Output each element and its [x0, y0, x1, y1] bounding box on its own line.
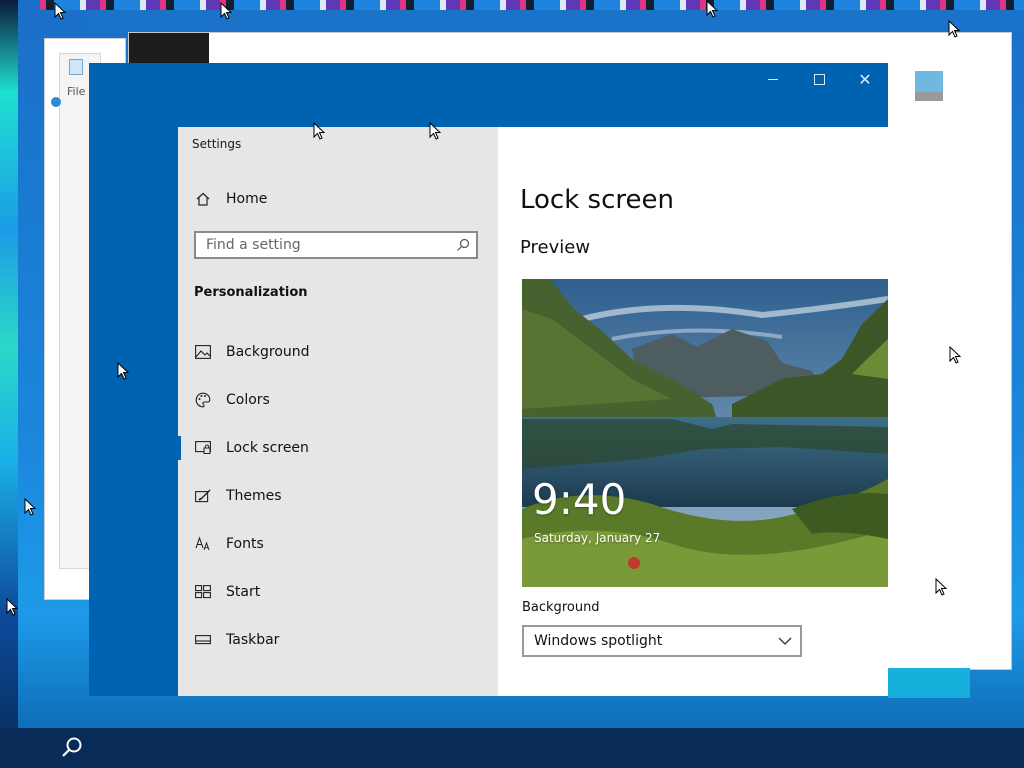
nav-background-label: Background [226, 344, 310, 360]
nav-fonts[interactable]: Fonts [178, 524, 498, 564]
nav-background[interactable]: Background [178, 332, 498, 372]
app-title: Settings [192, 137, 242, 151]
find-setting-input[interactable] [196, 233, 466, 257]
nav-themes-label: Themes [226, 488, 282, 504]
search-icon[interactable] [456, 238, 470, 252]
nav-home[interactable]: Home [178, 179, 498, 219]
nav-start[interactable]: Start [178, 572, 498, 612]
lock-screen-icon [194, 439, 212, 457]
lock-screen-preview: 9:40 Saturday, January 27 [522, 279, 888, 587]
nav-lock-screen-label: Lock screen [226, 440, 309, 456]
nav-taskbar[interactable]: Taskbar [178, 620, 498, 660]
lock-screen-content: Lock screen Preview 9:40 Saturday, Janua… [498, 127, 888, 696]
lock-screen-date: Saturday, January 27 [534, 531, 661, 545]
background-window-thumbnail [915, 71, 943, 101]
cursor-icon [6, 598, 18, 616]
themes-icon [194, 487, 212, 505]
palette-icon [194, 391, 212, 409]
lock-screen-clock: 9:40 [532, 475, 627, 524]
cursor-icon [24, 498, 36, 516]
close-icon: ✕ [858, 69, 872, 89]
fonts-icon [194, 535, 212, 553]
minimize-button[interactable] [750, 63, 796, 95]
maximize-icon [813, 73, 825, 85]
nav-home-label: Home [226, 191, 268, 207]
picture-icon [194, 343, 212, 361]
minimize-icon [768, 78, 778, 80]
cursor-icon [313, 122, 325, 140]
home-icon [194, 190, 212, 208]
section-title-personalization: Personalization [194, 285, 308, 300]
cursor-icon [117, 362, 129, 380]
nav-start-label: Start [226, 584, 261, 600]
background-dropdown[interactable]: Windows spotlight [522, 625, 802, 657]
search-icon[interactable] [60, 736, 84, 760]
chevron-down-icon [778, 637, 792, 645]
nav-themes[interactable]: Themes [178, 476, 498, 516]
desktop-glitch-top [40, 0, 1024, 10]
cursor-icon [935, 578, 947, 596]
title-bar[interactable]: ✕ [89, 63, 888, 95]
settings-window[interactable]: ✕ Settings Home Personalization Backgrou… [89, 63, 888, 696]
cursor-icon [54, 2, 66, 20]
cursor-icon [949, 346, 961, 364]
close-button[interactable]: ✕ [842, 63, 888, 95]
preview-heading: Preview [520, 237, 591, 258]
maximize-button[interactable] [796, 63, 842, 95]
nav-fonts-label: Fonts [226, 536, 264, 552]
start-icon [194, 583, 212, 601]
browser-icon [51, 97, 61, 107]
settings-sidebar: Settings Home Personalization Background… [178, 127, 498, 696]
file-icon [69, 59, 83, 75]
background-setting-label: Background [522, 600, 600, 615]
page-title: Lock screen [520, 185, 674, 215]
background-dropdown-value: Windows spotlight [534, 633, 663, 649]
background-window-fragment [888, 668, 970, 698]
nav-lock-screen[interactable]: Lock screen [178, 428, 498, 468]
cursor-icon [948, 20, 960, 38]
nav-colors-label: Colors [226, 392, 270, 408]
desktop-glitch-left [0, 0, 18, 768]
taskbar-icon [194, 631, 212, 649]
nav-colors[interactable]: Colors [178, 380, 498, 420]
cursor-icon [429, 122, 441, 140]
cursor-icon [706, 0, 718, 18]
taskbar [0, 728, 1024, 768]
nav-taskbar-label: Taskbar [226, 632, 280, 648]
cursor-icon [220, 2, 232, 20]
file-menu-label[interactable]: File [67, 85, 85, 98]
find-setting-search-box[interactable] [194, 231, 478, 259]
background-window-dark-region [129, 33, 209, 65]
